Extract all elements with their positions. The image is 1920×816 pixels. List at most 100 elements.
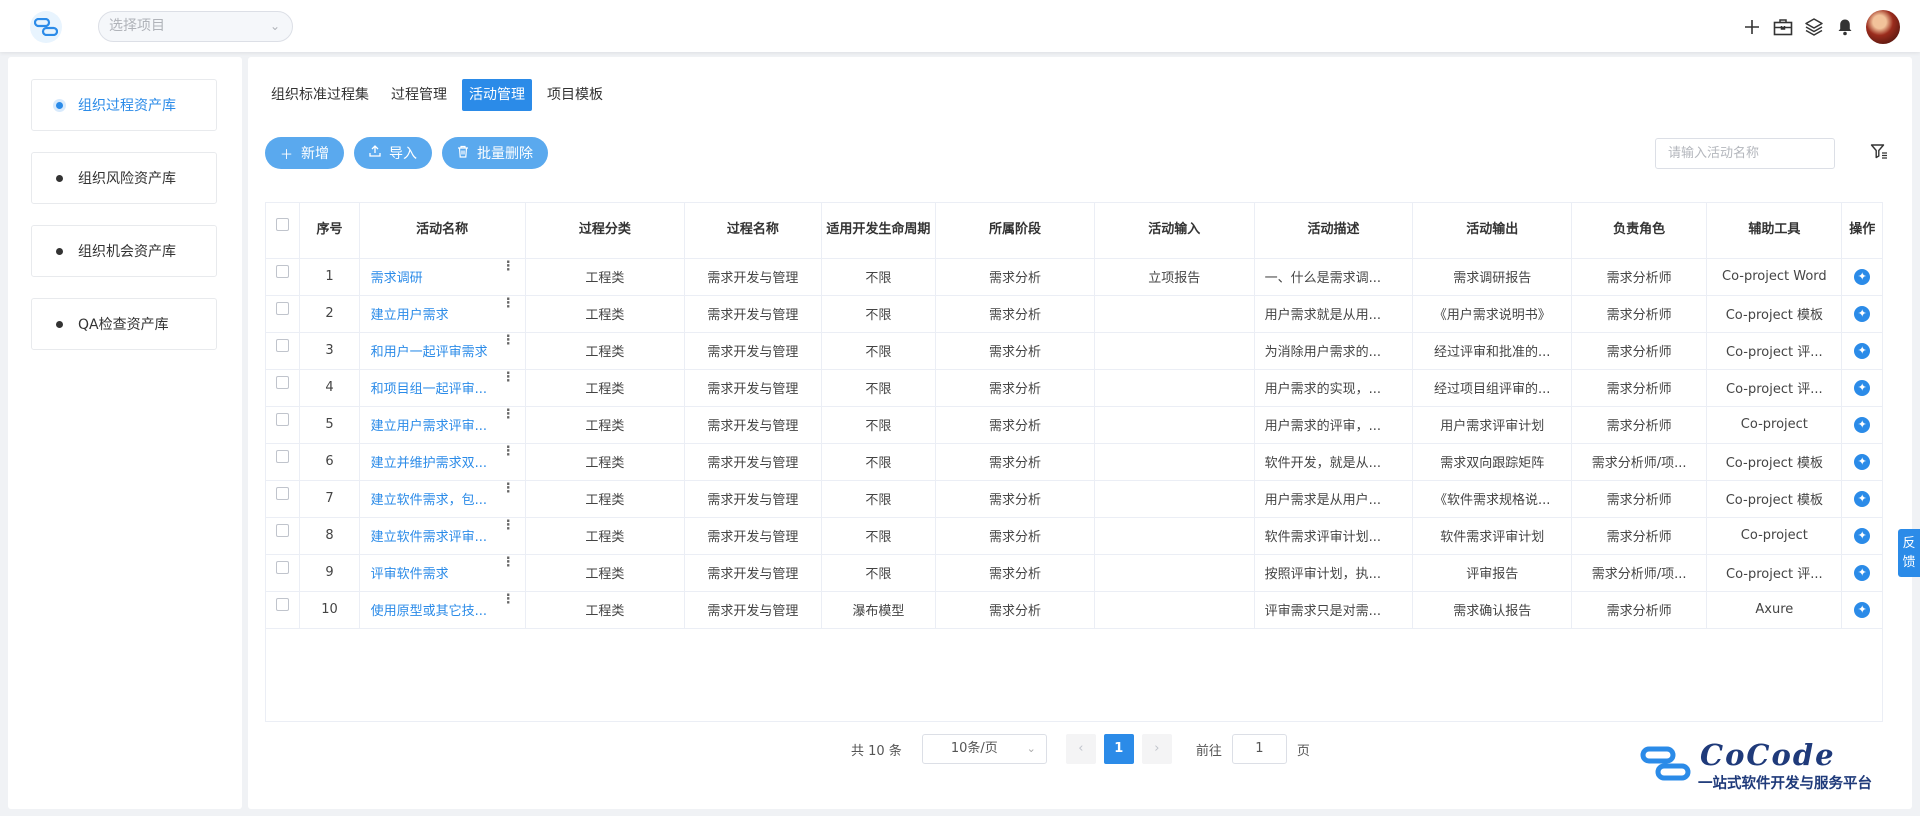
add-button[interactable]: ＋ 新增 (265, 137, 345, 169)
more-vertical-icon[interactable]: ⋮ (502, 518, 515, 533)
more-vertical-icon[interactable]: ⋮ (502, 407, 515, 422)
more-vertical-icon[interactable]: ⋮ (502, 370, 515, 385)
cell-lifecycle: 瀑布模型 (821, 591, 937, 629)
cell-input (1094, 295, 1255, 333)
operation-icon[interactable]: ✦ (1854, 342, 1871, 359)
operation-icon[interactable]: ✦ (1854, 490, 1871, 507)
page-size-select[interactable]: 10条/页 ⌄ (921, 734, 1047, 764)
activity-name-link[interactable]: 建立软件需求，包... (371, 489, 487, 508)
toolbox-icon[interactable] (1772, 16, 1794, 38)
row-checkbox[interactable] (276, 265, 290, 278)
activity-name-link[interactable]: 和用户一起评审需求 (371, 341, 488, 360)
table-header-row: 序号 活动名称 过程分类 过程名称 适用开发生命周期 所属阶段 活动输入 活动描… (266, 203, 1882, 259)
cell-stage: 需求分析 (935, 517, 1095, 555)
sidebar-item-qa-assets[interactable]: QA检查资产库 (31, 298, 217, 350)
more-vertical-icon[interactable]: ⋮ (502, 296, 515, 311)
row-checkbox[interactable] (276, 376, 290, 389)
column-header: 辅助工具 (1706, 203, 1843, 259)
row-checkbox[interactable] (276, 450, 290, 463)
row-checkbox[interactable] (276, 413, 290, 426)
cell-tool: Co-project (1706, 406, 1843, 444)
goto-page-input[interactable]: 1 (1231, 734, 1287, 764)
prev-page-button[interactable]: ‹ (1065, 734, 1096, 764)
sidebar-item-risk-assets[interactable]: 组织风险资产库 (31, 152, 217, 204)
tab-process-management[interactable]: 过程管理 (384, 79, 454, 111)
cell-process: 需求开发与管理 (684, 554, 822, 592)
cell-role: 需求分析师/项... (1571, 554, 1708, 592)
operation-icon[interactable]: ✦ (1854, 416, 1871, 433)
project-select-placeholder: 选择项目 (109, 18, 165, 34)
cell-stage: 需求分析 (935, 554, 1095, 592)
avatar[interactable] (1866, 10, 1900, 44)
plus-icon[interactable] (1741, 16, 1763, 38)
activity-search-input[interactable] (1655, 138, 1835, 169)
app-logo[interactable] (30, 11, 62, 43)
batch-delete-button[interactable]: 批量删除 (442, 137, 549, 169)
operation-cell: ✦ (1841, 406, 1882, 444)
operation-icon[interactable]: ✦ (1854, 527, 1871, 544)
cell-stage: 需求分析 (935, 443, 1095, 481)
operation-icon[interactable]: ✦ (1854, 564, 1871, 581)
column-header: 活动名称 (359, 203, 526, 259)
operation-cell: ✦ (1841, 517, 1882, 555)
activity-name-cell: 建立并维护需求双... ⋮ (359, 443, 526, 481)
operation-icon[interactable]: ✦ (1854, 453, 1871, 470)
select-all-checkbox[interactable] (276, 218, 290, 232)
activity-name-link[interactable]: 建立用户需求评审... (371, 415, 487, 434)
cell-category: 工程类 (525, 332, 686, 370)
layers-icon[interactable] (1803, 16, 1825, 38)
more-vertical-icon[interactable]: ⋮ (502, 481, 515, 496)
project-select[interactable]: 选择项目 ⌄ (98, 11, 293, 42)
activity-name-link[interactable]: 和项目组一起评审... (371, 378, 487, 397)
row-checkbox[interactable] (276, 302, 290, 315)
filter-icon[interactable] (1870, 143, 1890, 163)
next-page-button[interactable]: › (1141, 734, 1172, 764)
brand-watermark: CoCode 一站式软件开发与服务平台 (1640, 738, 1915, 798)
column-header: 所属阶段 (935, 203, 1095, 259)
operation-icon[interactable]: ✦ (1854, 379, 1871, 396)
operation-icon[interactable]: ✦ (1854, 305, 1871, 322)
tab-activity-management[interactable]: 活动管理 (462, 79, 532, 111)
sidebar-item-process-assets[interactable]: 组织过程资产库 (31, 79, 217, 131)
row-checkbox[interactable] (276, 339, 290, 352)
more-vertical-icon[interactable]: ⋮ (502, 444, 515, 459)
activity-name-link[interactable]: 建立并维护需求双... (371, 452, 487, 471)
row-checkbox[interactable] (276, 598, 290, 611)
bell-icon[interactable] (1834, 16, 1856, 38)
activity-name-link[interactable]: 需求调研 (371, 267, 423, 286)
row-checkbox[interactable] (276, 487, 290, 500)
activity-name-link[interactable]: 建立软件需求评审... (371, 526, 487, 545)
upload-icon (369, 145, 381, 161)
more-vertical-icon[interactable]: ⋮ (502, 333, 515, 348)
operation-icon[interactable]: ✦ (1854, 601, 1871, 618)
sidebar-item-opportunity-assets[interactable]: 组织机会资产库 (31, 225, 217, 277)
more-vertical-icon[interactable]: ⋮ (502, 259, 515, 274)
cell-output: 《用户需求说明书》 (1412, 295, 1573, 333)
more-vertical-icon[interactable]: ⋮ (502, 592, 515, 607)
cell-role: 需求分析师 (1571, 591, 1708, 629)
more-vertical-icon[interactable]: ⋮ (502, 555, 515, 570)
cell-no: 7 (299, 480, 360, 518)
cell-lifecycle: 不限 (821, 406, 937, 444)
pagination-total: 共 10 条 (851, 743, 902, 759)
tab-bar: 组织标准过程集 过程管理 活动管理 项目模板 (264, 79, 618, 111)
goto-label: 前往 (1195, 743, 1222, 759)
operation-icon[interactable]: ✦ (1854, 268, 1871, 285)
feedback-label: 反馈 (1902, 536, 1916, 570)
page-size-value: 10条/页 (950, 741, 998, 756)
cell-lifecycle: 不限 (821, 480, 937, 518)
feedback-button[interactable]: 反馈 (1898, 529, 1920, 577)
add-button-label: 新增 (301, 146, 330, 162)
cell-output: 《软件需求规格说... (1412, 480, 1573, 518)
import-button[interactable]: 导入 (354, 137, 433, 169)
activity-name-link[interactable]: 建立用户需求 (371, 304, 449, 323)
activity-name-link[interactable]: 评审软件需求 (371, 563, 449, 582)
activity-name-link[interactable]: 使用原型或其它技... (371, 600, 487, 619)
tab-project-template[interactable]: 项目模板 (540, 79, 610, 111)
cell-no: 5 (299, 406, 360, 444)
cell-stage: 需求分析 (935, 295, 1095, 333)
tab-standard-process-set[interactable]: 组织标准过程集 (264, 79, 376, 111)
row-checkbox[interactable] (276, 524, 290, 537)
page-number-current[interactable]: 1 (1103, 734, 1134, 764)
row-checkbox[interactable] (276, 561, 290, 574)
